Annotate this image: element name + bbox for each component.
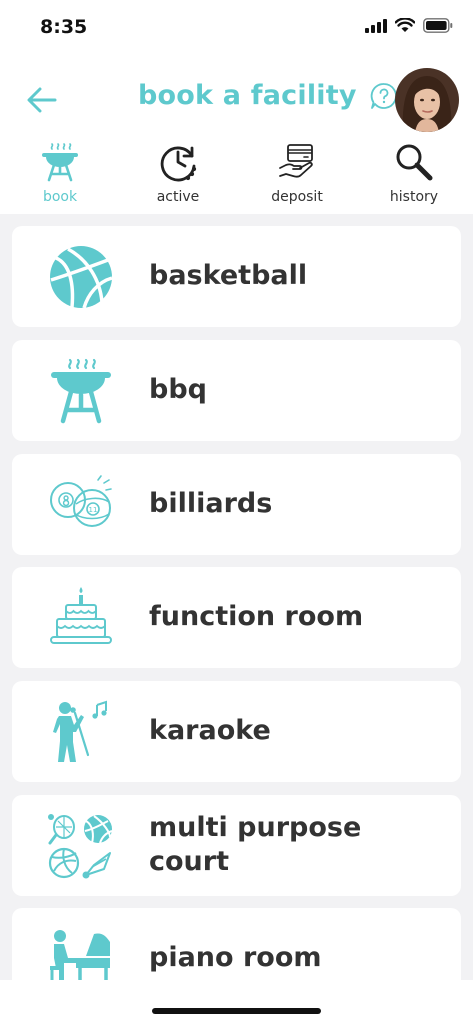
singer-icon bbox=[53, 700, 107, 762]
clock-icon bbox=[160, 146, 197, 182]
tab-history[interactable]: history bbox=[364, 142, 464, 208]
basketball-icon bbox=[50, 246, 113, 309]
tab-bar: book active deposit history bbox=[0, 142, 473, 208]
header: book a facility book active deposit hist… bbox=[0, 58, 473, 214]
status-bar: 8:35 bbox=[0, 0, 473, 58]
facility-card-function-room[interactable]: function room bbox=[12, 567, 461, 668]
tab-label: history bbox=[389, 189, 439, 205]
facility-label: multi purpose bbox=[149, 812, 362, 843]
back-arrow-icon bbox=[27, 87, 57, 113]
wifi-icon bbox=[395, 18, 415, 32]
tab-active[interactable]: active bbox=[128, 142, 228, 208]
svg-text:11: 11 bbox=[89, 506, 98, 514]
page-title: book a facility bbox=[138, 80, 357, 111]
tab-label: active bbox=[156, 189, 200, 205]
facility-label: bbq bbox=[149, 374, 207, 405]
status-time: 8:35 bbox=[40, 16, 88, 38]
facility-card-basketball[interactable]: basketball bbox=[12, 226, 461, 327]
bbq-icon bbox=[42, 143, 78, 182]
facility-label: karaoke bbox=[149, 715, 271, 746]
facility-label: basketball bbox=[149, 260, 308, 291]
sports-balls-icon bbox=[48, 814, 113, 879]
title-wrap: book a facility bbox=[138, 80, 399, 111]
back-button[interactable] bbox=[24, 82, 60, 118]
tab-deposit[interactable]: deposit bbox=[247, 142, 347, 208]
billiard-balls-icon: 11 bbox=[50, 475, 112, 527]
facility-card-bbq[interactable]: bbq bbox=[12, 340, 461, 441]
bbq-grill-icon bbox=[51, 358, 111, 424]
facility-label-line2: court bbox=[149, 846, 229, 877]
profile-photo bbox=[395, 68, 459, 132]
facility-card-karaoke[interactable]: karaoke bbox=[12, 681, 461, 782]
facility-label: piano room bbox=[149, 942, 322, 973]
facility-card-billiards[interactable]: 11 billiards bbox=[12, 454, 461, 555]
avatar[interactable] bbox=[395, 68, 459, 132]
tab-book[interactable]: book bbox=[10, 142, 110, 208]
cake-icon bbox=[50, 587, 112, 644]
bottom-bar bbox=[0, 980, 473, 1024]
facility-card-multi-purpose-court[interactable]: multi purpose court bbox=[12, 795, 461, 896]
tab-label: deposit bbox=[271, 189, 323, 205]
home-indicator[interactable] bbox=[152, 1008, 321, 1014]
deposit-hand-icon bbox=[279, 144, 313, 178]
magnifier-icon bbox=[396, 144, 433, 181]
facility-label: billiards bbox=[149, 488, 273, 519]
help-icon[interactable] bbox=[369, 81, 399, 111]
signal-icon bbox=[365, 18, 387, 33]
facility-label: function room bbox=[149, 601, 364, 632]
tab-label: book bbox=[42, 189, 78, 205]
status-icons bbox=[365, 18, 453, 33]
battery-icon bbox=[423, 18, 453, 33]
